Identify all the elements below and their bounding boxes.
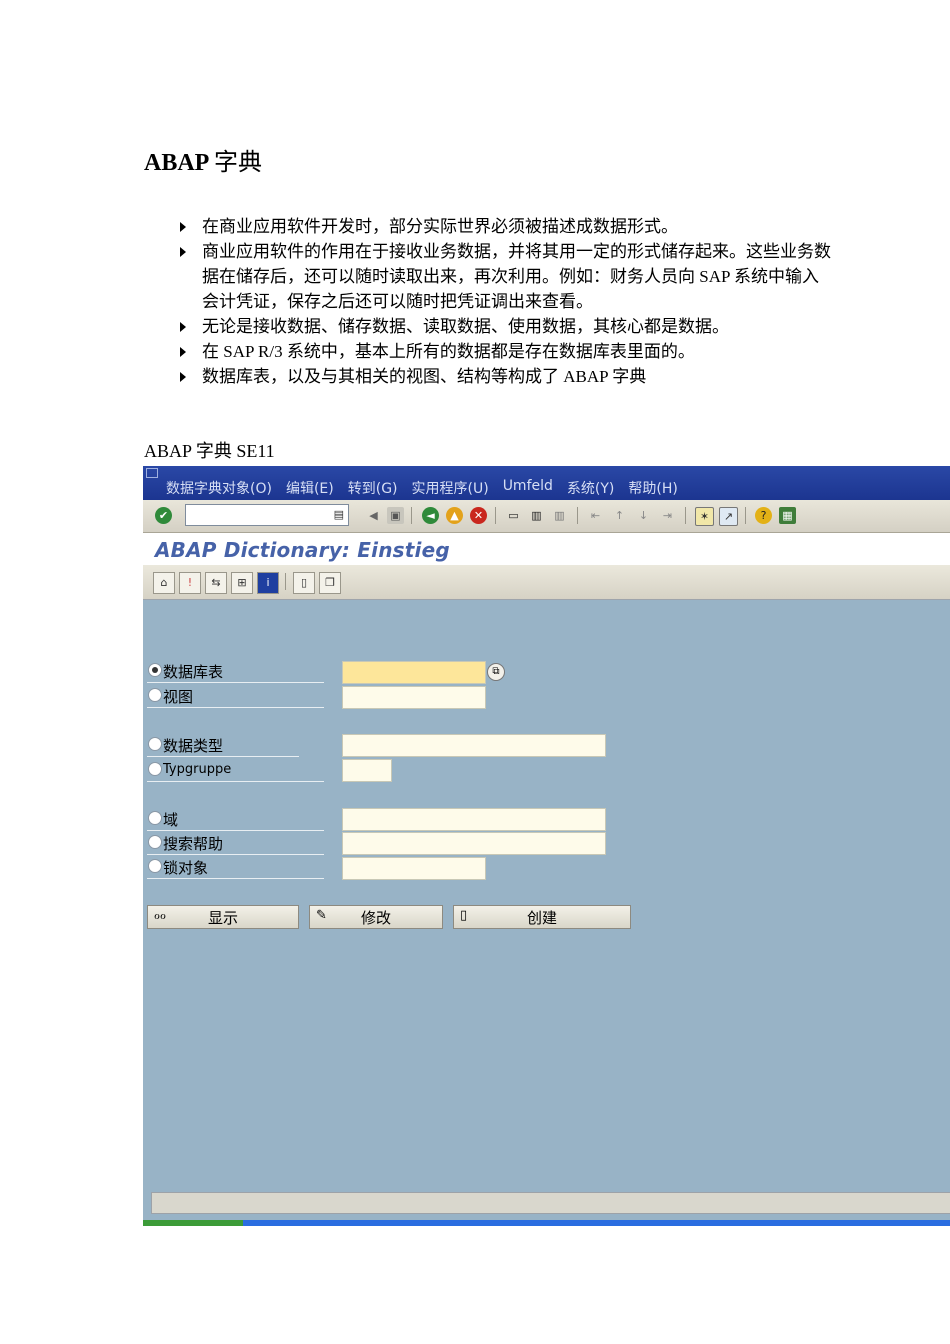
copy-icon[interactable]: ❐ xyxy=(319,572,341,594)
info-icon[interactable]: i xyxy=(257,572,279,594)
screen-title: ABAP Dictionary: Einstieg xyxy=(155,538,450,562)
menu-bar: 数据字典对象(O) 编辑(E) 转到(G) 实用程序(U) Umfeld 系统(… xyxy=(143,466,950,500)
last-page-icon[interactable]: ⇥ xyxy=(659,507,676,524)
database-table-input[interactable] xyxy=(342,661,486,684)
option-data-type[interactable]: 数据类型 xyxy=(147,734,299,757)
command-field[interactable]: ▤ xyxy=(185,504,349,526)
toolbar-separator xyxy=(411,507,412,524)
radio-search-help[interactable] xyxy=(148,835,162,849)
status-bar xyxy=(151,1192,950,1214)
check-object-icon[interactable]: ! xyxy=(179,572,201,594)
sap-window: 数据字典对象(O) 编辑(E) 转到(G) 实用程序(U) Umfeld 系统(… xyxy=(143,466,950,1226)
toolbar-separator xyxy=(685,507,686,524)
change-button[interactable]: ✎ 修改 xyxy=(309,905,443,929)
toolbar-separator xyxy=(577,507,578,524)
radio-view[interactable] xyxy=(148,688,162,702)
previous-page-icon[interactable]: ↑ xyxy=(611,507,628,524)
toolbar-separator xyxy=(745,507,746,524)
layout-menu-icon[interactable]: ▦ xyxy=(779,507,796,524)
bullet-item: 无论是接收数据、储存数据、读取数据、使用数据，其核心都是数据。 xyxy=(176,314,836,339)
cancel-icon[interactable]: ✕ xyxy=(470,507,487,524)
radio-lock-object[interactable] xyxy=(148,859,162,873)
create-session-icon[interactable]: ✶ xyxy=(695,507,714,526)
value-help-icon[interactable]: ⧉ xyxy=(487,663,505,681)
menu-goto[interactable]: 转到(G) xyxy=(348,478,398,498)
application-toolbar: ⌂ ! ⇆ ⊞ i ▯ ❐ xyxy=(143,565,950,600)
radio-type-group[interactable] xyxy=(148,762,162,776)
other-object-icon[interactable]: ⌂ xyxy=(153,572,175,594)
type-group-input[interactable] xyxy=(342,759,392,782)
data-type-input[interactable] xyxy=(342,734,606,757)
option-database-table[interactable]: 数据库表 xyxy=(147,660,324,683)
find-icon[interactable]: ▥ xyxy=(528,507,545,524)
radio-database-table[interactable] xyxy=(148,663,162,677)
title-bar: ABAP Dictionary: Einstieg xyxy=(143,533,950,565)
option-view[interactable]: 视图 xyxy=(147,685,324,708)
option-lock-object[interactable]: 锁对象 xyxy=(147,856,324,879)
menu-help[interactable]: 帮助(H) xyxy=(628,478,677,498)
activate-icon[interactable]: ⇆ xyxy=(205,572,227,594)
window-icon[interactable] xyxy=(146,468,158,478)
start-button[interactable] xyxy=(143,1220,243,1226)
search-help-input[interactable] xyxy=(342,832,606,855)
menu-system[interactable]: 系统(Y) xyxy=(567,478,614,498)
menu-edit[interactable]: 编辑(E) xyxy=(286,478,334,498)
bullet-item: 在商业应用软件开发时，部分实际世界必须被描述成数据形式。 xyxy=(176,214,836,239)
shortcut-icon[interactable]: ↗ xyxy=(719,507,738,526)
back-arrow-icon[interactable]: ◀ xyxy=(365,507,382,524)
bullet-item: 数据库表，以及与其相关的视图、结构等构成了 ABAP 字典 xyxy=(176,364,836,389)
first-page-icon[interactable]: ⇤ xyxy=(587,507,604,524)
lock-object-input[interactable] xyxy=(342,857,486,880)
print-icon[interactable]: ▭ xyxy=(505,507,522,524)
menu-utilities[interactable]: 实用程序(U) xyxy=(412,478,489,498)
menu-environment[interactable]: Umfeld xyxy=(503,478,553,498)
display-button[interactable]: ℴℴ 显示 xyxy=(147,905,299,929)
delete-icon[interactable]: ▯ xyxy=(293,572,315,594)
menu-dictionary-object[interactable]: 数据字典对象(O) xyxy=(166,478,272,498)
list-icon[interactable]: ▤ xyxy=(334,508,344,521)
toolbar-separator xyxy=(495,507,496,524)
document-title: ABAP 字典 xyxy=(144,150,263,176)
option-domain[interactable]: 域 xyxy=(147,808,324,831)
screenshot-caption: ABAP 字典 SE11 xyxy=(144,441,275,461)
check-icon[interactable]: ✔ xyxy=(155,507,172,524)
help-icon[interactable]: ? xyxy=(755,507,772,524)
where-used-icon[interactable]: ⊞ xyxy=(231,572,253,594)
find-next-icon[interactable]: ▥ xyxy=(551,507,568,524)
next-page-icon[interactable]: ↓ xyxy=(635,507,652,524)
save-icon[interactable]: ▣ xyxy=(387,507,404,524)
toolbar-separator xyxy=(285,573,286,590)
option-search-help[interactable]: 搜索帮助 xyxy=(147,832,324,855)
bullet-item: 在 SAP R/3 系统中，基本上所有的数据都是存在数据库表里面的。 xyxy=(176,339,836,364)
option-type-group[interactable]: Typgruppe xyxy=(147,759,324,782)
exit-icon[interactable]: ▲ xyxy=(446,507,463,524)
view-input[interactable] xyxy=(342,686,486,709)
taskbar xyxy=(143,1220,950,1226)
bullet-list: 在商业应用软件开发时，部分实际世界必须被描述成数据形式。 商业应用软件的作用在于… xyxy=(176,214,836,389)
bullet-item: 商业应用软件的作用在于接收业务数据，并将其用一定的形式储存起来。这些业务数据在储… xyxy=(176,239,836,314)
radio-data-type[interactable] xyxy=(148,737,162,751)
standard-toolbar: ✔ ▤ ◀ ▣ ◄ ▲ ✕ ▭ ▥ ▥ ⇤ ↑ ↓ ⇥ ✶ ↗ ? ▦ xyxy=(143,500,950,533)
back-icon[interactable]: ◄ xyxy=(422,507,439,524)
radio-domain[interactable] xyxy=(148,811,162,825)
create-button[interactable]: ▯ 创建 xyxy=(453,905,631,929)
domain-input[interactable] xyxy=(342,808,606,831)
